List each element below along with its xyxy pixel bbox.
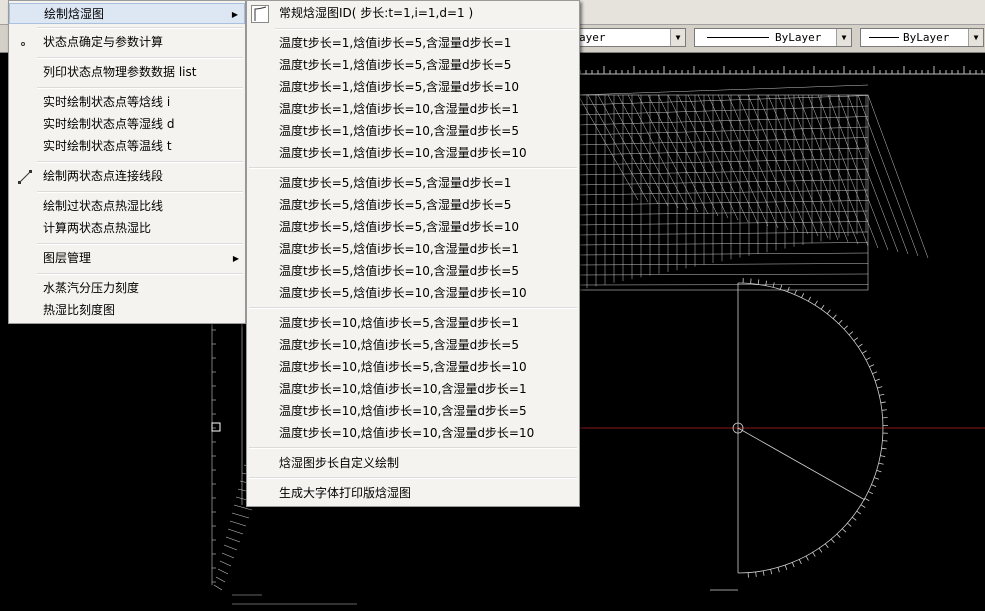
submenu-item-19[interactable]: 焓湿图步长自定义绘制 <box>247 453 579 474</box>
menu-item-label: 图层管理 <box>43 251 92 265</box>
menu-separator <box>37 243 243 245</box>
heat-moisture-ratio-gauge <box>710 278 888 591</box>
menu-item-ratio-calc[interactable]: 计算两状态点热湿比 <box>9 218 245 239</box>
submenu-arrow-icon: ▶ <box>232 254 239 263</box>
lineweight-combo[interactable]: ByLayer ▼ <box>860 28 984 47</box>
menu-separator <box>249 477 577 479</box>
menu-item-label: 焓湿图步长自定义绘制 <box>279 456 400 470</box>
submenu-item-6[interactable]: 温度t步长=1,焓值i步长=10,含湿量d步长=10 <box>247 143 579 164</box>
submenu-item-4[interactable]: 温度t步长=1,焓值i步长=10,含湿量d步长=1 <box>247 99 579 120</box>
linetype-preview <box>707 37 769 38</box>
menu-item-label: 列印状态点物理参数数据 list <box>43 65 197 79</box>
layer-combo-value: ayer <box>579 31 606 44</box>
menu-item-isenthalpic-line[interactable]: 实时绘制状态点等焓线 i <box>9 92 245 113</box>
dot-icon <box>17 35 33 51</box>
menu-item-isotherm-line[interactable]: 实时绘制状态点等温线 t <box>9 136 245 157</box>
menu-item-label: 温度t步长=1,焓值i步长=5,含湿量d步长=10 <box>279 80 519 94</box>
submenu-item-12[interactable]: 温度t步长=5,焓值i步长=10,含湿量d步长=10 <box>247 283 579 304</box>
lineweight-combo-value: ByLayer <box>903 31 950 44</box>
menu-item-label: 常规焓湿图ID( 步长:t=1,i=1,d=1 ) <box>279 6 474 20</box>
menu-item-label: 温度t步长=10,焓值i步长=5,含湿量d步长=1 <box>279 316 519 330</box>
chevron-down-icon[interactable]: ▼ <box>670 29 685 46</box>
chevron-down-icon[interactable]: ▼ <box>836 29 851 46</box>
menu-item-label: 绘制过状态点热湿比线 <box>43 199 164 213</box>
menu-item-label: 温度t步长=10,焓值i步长=10,含湿量d步长=1 <box>279 382 527 396</box>
main-menu: 绘制焓湿图 ▶ 状态点确定与参数计算 列印状态点物理参数数据 list 实时绘制… <box>8 0 246 324</box>
menu-item-label: 温度t步长=5,焓值i步长=10,含湿量d步长=10 <box>279 286 527 300</box>
submenu-item-17[interactable]: 温度t步长=10,焓值i步长=10,含湿量d步长=5 <box>247 401 579 422</box>
psychrometric-grid <box>577 84 929 291</box>
menu-item-label: 实时绘制状态点等温线 t <box>43 139 172 153</box>
submenu-item-16[interactable]: 温度t步长=10,焓值i步长=10,含湿量d步长=1 <box>247 379 579 400</box>
menu-separator <box>249 307 577 309</box>
menu-item-label: 温度t步长=5,焓值i步长=5,含湿量d步长=1 <box>279 176 512 190</box>
submenu-item-9[interactable]: 温度t步长=5,焓值i步长=5,含湿量d步长=10 <box>247 217 579 238</box>
draw-chart-submenu: 常规焓湿图ID( 步长:t=1,i=1,d=1 ) 温度t步长=1,焓值i步长=… <box>246 0 580 507</box>
menu-item-label: 绘制两状态点连接线段 <box>43 169 164 183</box>
menu-item-label: 实时绘制状态点等湿线 d <box>43 117 175 131</box>
submenu-item-18[interactable]: 温度t步长=10,焓值i步长=10,含湿量d步长=10 <box>247 423 579 444</box>
menu-item-label: 温度t步长=10,焓值i步长=10,含湿量d步长=5 <box>279 404 527 418</box>
menu-item-label: 温度t步长=5,焓值i步长=5,含湿量d步长=10 <box>279 220 519 234</box>
menu-item-label: 计算两状态点热湿比 <box>43 221 152 235</box>
menu-separator <box>37 273 243 275</box>
submenu-item-15[interactable]: 温度t步长=10,焓值i步长=5,含湿量d步长=10 <box>247 357 579 378</box>
submenu-item-standard[interactable]: 常规焓湿图ID( 步长:t=1,i=1,d=1 ) <box>247 3 579 24</box>
menu-item-vapor-pressure-scale[interactable]: 水蒸汽分压力刻度 <box>9 278 245 299</box>
menu-item-label: 温度t步长=1,焓值i步长=10,含湿量d步长=1 <box>279 102 519 116</box>
linetype-combo[interactable]: ByLayer ▼ <box>694 28 852 47</box>
menu-item-label: 温度t步长=1,焓值i步长=5,含湿量d步长=1 <box>279 36 512 50</box>
menu-item-draw-psychrometric-chart[interactable]: 绘制焓湿图 ▶ <box>9 3 245 24</box>
menu-separator <box>37 161 243 163</box>
submenu-item-2[interactable]: 温度t步长=1,焓值i步长=5,含湿量d步长=5 <box>247 55 579 76</box>
menu-item-label: 温度t步长=1,焓值i步长=10,含湿量d步长=10 <box>279 146 527 160</box>
submenu-arrow-icon: ▶ <box>231 10 238 19</box>
menu-item-label: 实时绘制状态点等焓线 i <box>43 95 171 109</box>
menu-item-ratio-line[interactable]: 绘制过状态点热湿比线 <box>9 196 245 217</box>
submenu-item-11[interactable]: 温度t步长=5,焓值i步长=10,含湿量d步长=5 <box>247 261 579 282</box>
menu-separator <box>275 28 577 30</box>
menu-item-label: 温度t步长=10,焓值i步长=10,含湿量d步长=10 <box>279 426 535 440</box>
menu-item-label: 生成大字体打印版焓湿图 <box>279 486 412 500</box>
menu-item-layer-management[interactable]: 图层管理 ▶ <box>9 248 245 269</box>
menu-item-label: 绘制焓湿图 <box>44 7 105 21</box>
menu-item-ratio-scale[interactable]: 热湿比刻度图 <box>9 300 245 321</box>
top-scale <box>578 66 985 75</box>
menu-separator <box>37 87 243 89</box>
submenu-item-20[interactable]: 生成大字体打印版焓湿图 <box>247 483 579 504</box>
menu-item-moisture-line[interactable]: 实时绘制状态点等湿线 d <box>9 114 245 135</box>
menu-separator <box>249 167 577 169</box>
chart-curve-icon <box>251 5 269 23</box>
menu-item-state-point-calc[interactable]: 状态点确定与参数计算 <box>9 32 245 53</box>
menu-separator <box>37 27 243 29</box>
menu-item-label: 热湿比刻度图 <box>43 303 116 317</box>
layer-combo[interactable]: ayer ▼ <box>572 28 686 47</box>
menu-item-label: 温度t步长=5,焓值i步长=5,含湿量d步长=5 <box>279 198 512 212</box>
menu-item-label: 水蒸汽分压力刻度 <box>43 281 140 295</box>
submenu-item-10[interactable]: 温度t步长=5,焓值i步长=10,含湿量d步长=1 <box>247 239 579 260</box>
menu-item-label: 温度t步长=1,焓值i步长=10,含湿量d步长=5 <box>279 124 519 138</box>
submenu-item-5[interactable]: 温度t步长=1,焓值i步长=10,含湿量d步长=5 <box>247 121 579 142</box>
menu-separator <box>37 57 243 59</box>
menu-item-label: 温度t步长=5,焓值i步长=10,含湿量d步长=1 <box>279 242 519 256</box>
menu-item-connect-points[interactable]: 绘制两状态点连接线段 <box>9 166 245 187</box>
menu-separator <box>37 191 243 193</box>
submenu-item-8[interactable]: 温度t步长=5,焓值i步长=5,含湿量d步长=5 <box>247 195 579 216</box>
line-segment-icon <box>17 169 33 185</box>
lineweight-preview <box>869 37 899 38</box>
submenu-item-7[interactable]: 温度t步长=5,焓值i步长=5,含湿量d步长=1 <box>247 173 579 194</box>
chevron-down-icon[interactable]: ▼ <box>968 29 983 46</box>
menu-separator <box>249 447 577 449</box>
linetype-combo-value: ByLayer <box>775 31 822 44</box>
menu-item-label: 温度t步长=1,焓值i步长=5,含湿量d步长=5 <box>279 58 512 72</box>
menu-item-label: 温度t步长=10,焓值i步长=5,含湿量d步长=10 <box>279 360 527 374</box>
menu-item-label: 温度t步长=10,焓值i步长=5,含湿量d步长=5 <box>279 338 519 352</box>
submenu-item-13[interactable]: 温度t步长=10,焓值i步长=5,含湿量d步长=1 <box>247 313 579 334</box>
submenu-item-14[interactable]: 温度t步长=10,焓值i步长=5,含湿量d步长=5 <box>247 335 579 356</box>
menu-item-label: 温度t步长=5,焓值i步长=10,含湿量d步长=5 <box>279 264 519 278</box>
submenu-item-1[interactable]: 温度t步长=1,焓值i步长=5,含湿量d步长=1 <box>247 33 579 54</box>
submenu-item-3[interactable]: 温度t步长=1,焓值i步长=5,含湿量d步长=10 <box>247 77 579 98</box>
menu-item-list-properties[interactable]: 列印状态点物理参数数据 list <box>9 62 245 83</box>
menu-item-label: 状态点确定与参数计算 <box>43 35 164 49</box>
